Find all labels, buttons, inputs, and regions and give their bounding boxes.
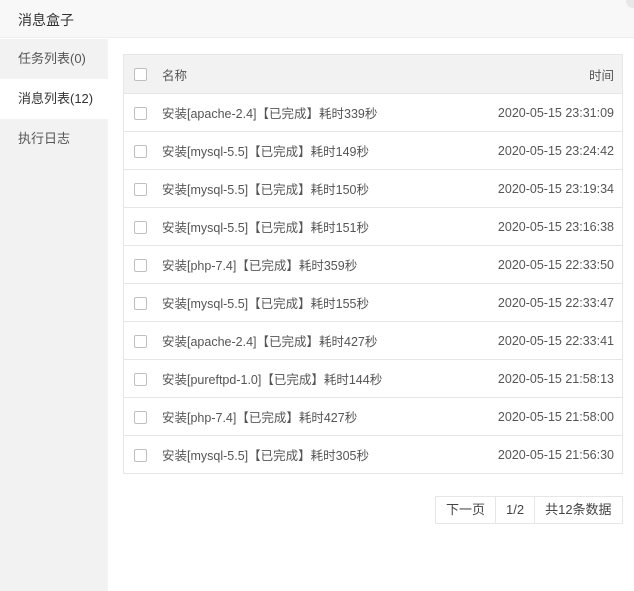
total-count: 共12条数据 [545, 502, 612, 517]
header-name: 名称 [156, 54, 444, 94]
table-header-row: 名称 时间 [123, 54, 623, 94]
row-name: 安装[apache-2.4]【已完成】耗时427秒 [156, 321, 444, 360]
header-time: 时间 [444, 54, 623, 94]
sidebar: 任务列表(0) 消息列表(12) 执行日志 [0, 39, 108, 591]
row-checkbox[interactable] [133, 144, 147, 158]
row-time: 2020-05-15 22:33:41 [444, 321, 623, 360]
row-time: 2020-05-15 21:58:13 [444, 359, 623, 398]
table-row[interactable]: 安装[pureftpd-1.0]【已完成】耗时144秒 2020-05-15 2… [123, 359, 623, 398]
pagination: 下一页 1/2 共12条数据 [435, 496, 623, 524]
row-checkbox[interactable] [133, 220, 147, 234]
table-row[interactable]: 安装[php-7.4]【已完成】耗时427秒 2020-05-15 21:58:… [123, 397, 623, 436]
row-time: 2020-05-15 21:58:00 [444, 397, 623, 436]
sidebar-item-task-list[interactable]: 任务列表(0) [0, 39, 108, 79]
window-title: 消息盒子 [18, 12, 74, 28]
row-time: 2020-05-15 22:33:47 [444, 283, 623, 322]
row-time: 2020-05-15 23:19:34 [444, 169, 623, 208]
row-name: 安装[mysql-5.5]【已完成】耗时305秒 [162, 449, 369, 463]
select-all-checkbox[interactable] [133, 68, 147, 82]
header-checkbox-cell [123, 54, 156, 94]
row-checkbox[interactable] [133, 258, 147, 272]
row-checkbox[interactable] [133, 448, 147, 462]
table-row[interactable]: 安装[mysql-5.5]【已完成】耗时149秒 2020-05-15 23:2… [123, 131, 623, 170]
row-checkbox[interactable] [133, 106, 147, 120]
sidebar-item-message-list[interactable]: 消息列表(12) [0, 79, 108, 119]
next-page-button[interactable]: 下一页 [436, 497, 497, 523]
row-time: 2020-05-15 21:56:30 [497, 447, 614, 462]
row-checkbox[interactable] [133, 334, 147, 348]
page-indicator: 1/2 [496, 497, 536, 523]
row-name: 安装[mysql-5.5]【已完成】耗时155秒 [156, 283, 444, 322]
table-row[interactable]: 安装[php-7.4]【已完成】耗时359秒 2020-05-15 22:33:… [123, 245, 623, 284]
table-row[interactable]: 安装[mysql-5.5]【已完成】耗时151秒 2020-05-15 23:1… [123, 207, 623, 246]
sidebar-item-execution-log[interactable]: 执行日志 [0, 119, 108, 159]
message-table: 名称 时间 安装[apache-2.4]【已完成】耗时339秒 2020-05-… [123, 54, 623, 474]
row-checkbox[interactable] [133, 410, 147, 424]
row-time: 2020-05-15 23:24:42 [444, 131, 623, 170]
table-row[interactable]: 安装[apache-2.4]【已完成】耗时427秒 2020-05-15 22:… [123, 321, 623, 360]
table-row[interactable]: 安装[mysql-5.5]【已完成】耗时305秒 2020-05-15 21:5… [124, 436, 623, 474]
row-name: 安装[php-7.4]【已完成】耗时359秒 [156, 245, 444, 284]
table-row[interactable]: 安装[mysql-5.5]【已完成】耗时150秒 2020-05-15 23:1… [123, 169, 623, 208]
row-name: 安装[php-7.4]【已完成】耗时427秒 [156, 397, 444, 436]
row-time: 2020-05-15 23:16:38 [444, 207, 623, 246]
row-checkbox[interactable] [133, 372, 147, 386]
close-icon[interactable] [626, 0, 634, 8]
row-time: 2020-05-15 22:33:50 [444, 245, 623, 284]
row-time: 2020-05-15 23:31:09 [444, 93, 623, 132]
table-row[interactable]: 安装[mysql-5.5]【已完成】耗时155秒 2020-05-15 22:3… [123, 283, 623, 322]
row-name: 安装[mysql-5.5]【已完成】耗时150秒 [156, 169, 444, 208]
row-name: 安装[mysql-5.5]【已完成】耗时149秒 [156, 131, 444, 170]
row-checkbox[interactable] [133, 182, 147, 196]
message-table-panel: 名称 时间 安装[apache-2.4]【已完成】耗时339秒 2020-05-… [123, 54, 623, 474]
row-checkbox[interactable] [133, 296, 147, 310]
window-titlebar: 消息盒子 [0, 0, 634, 38]
row-name: 安装[apache-2.4]【已完成】耗时339秒 [156, 93, 444, 132]
table-row[interactable]: 安装[apache-2.4]【已完成】耗时339秒 2020-05-15 23:… [123, 93, 623, 132]
row-name: 安装[pureftpd-1.0]【已完成】耗时144秒 [156, 359, 444, 398]
row-name: 安装[mysql-5.5]【已完成】耗时151秒 [156, 207, 444, 246]
